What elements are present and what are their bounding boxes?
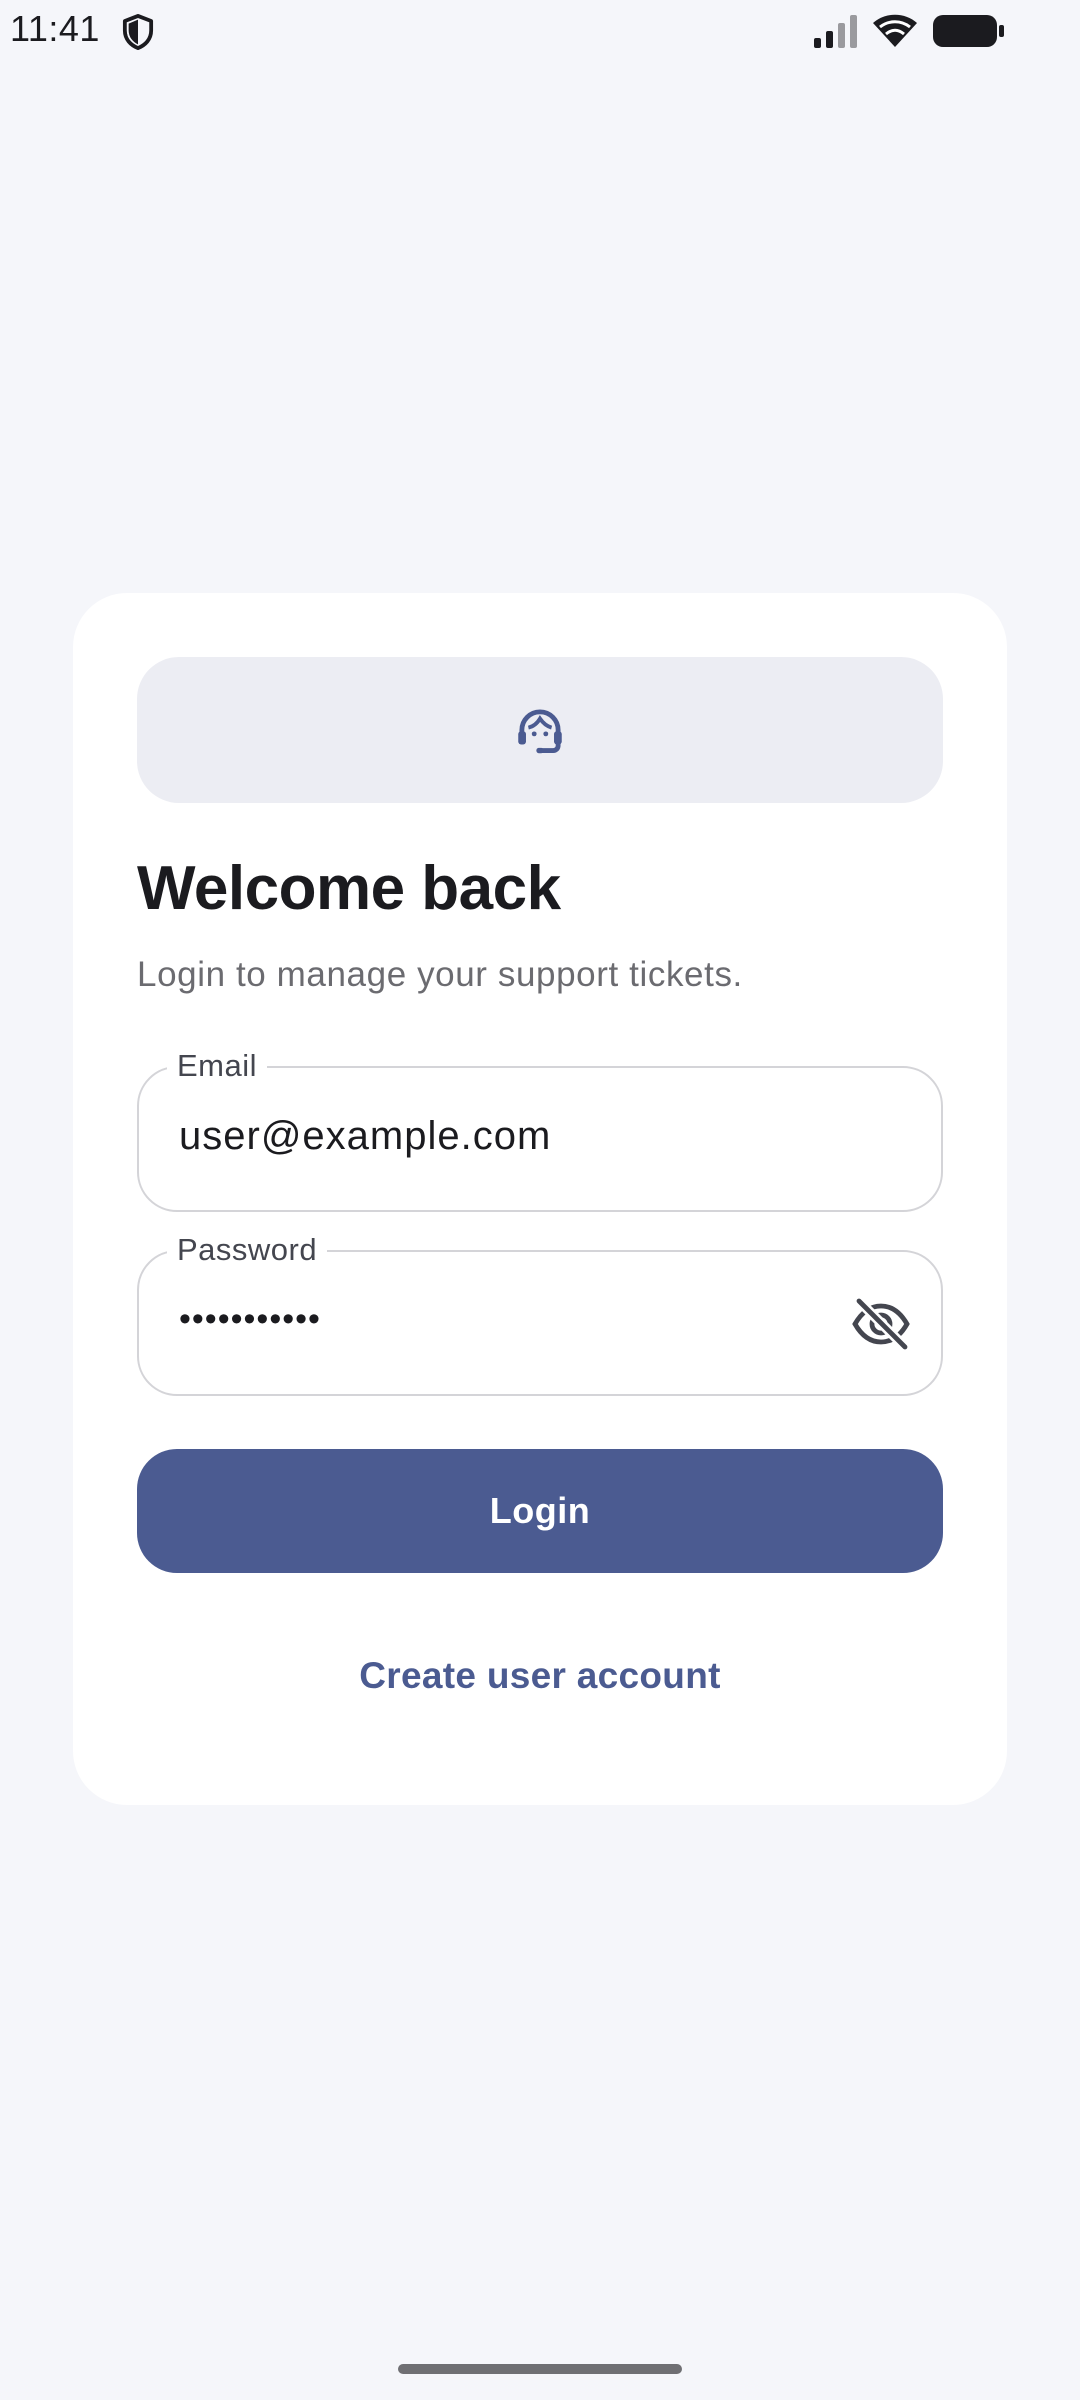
login-card: Welcome back Login to manage your suppor…: [73, 593, 1007, 1805]
battery-icon: [933, 15, 1004, 47]
page-subtitle: Login to manage your support tickets.: [137, 955, 743, 994]
status-bar: 11:41: [0, 0, 1080, 62]
login-screen: 11:41 Welcome back Login to manage your …: [0, 0, 1080, 2400]
visibility-off-icon[interactable]: [851, 1296, 911, 1352]
email-field[interactable]: Email user@example.com: [137, 1046, 943, 1212]
password-field[interactable]: Password •••••••••••: [137, 1230, 943, 1396]
password-label: Password: [167, 1230, 328, 1270]
status-time: 11:41: [10, 8, 100, 49]
create-account-link[interactable]: Create user account: [73, 1655, 1007, 1697]
header-banner: [137, 657, 943, 803]
email-input[interactable]: user@example.com: [179, 1114, 551, 1159]
home-indicator[interactable]: [398, 2364, 682, 2374]
email-label: Email: [167, 1046, 268, 1086]
signal-icon: [814, 15, 857, 48]
password-input[interactable]: •••••••••••: [179, 1300, 321, 1339]
support-agent-icon: [518, 709, 562, 754]
wifi-icon: [873, 14, 917, 47]
shield-icon: [122, 14, 154, 50]
page-title: Welcome back: [137, 854, 561, 923]
login-button[interactable]: Login: [137, 1449, 943, 1573]
